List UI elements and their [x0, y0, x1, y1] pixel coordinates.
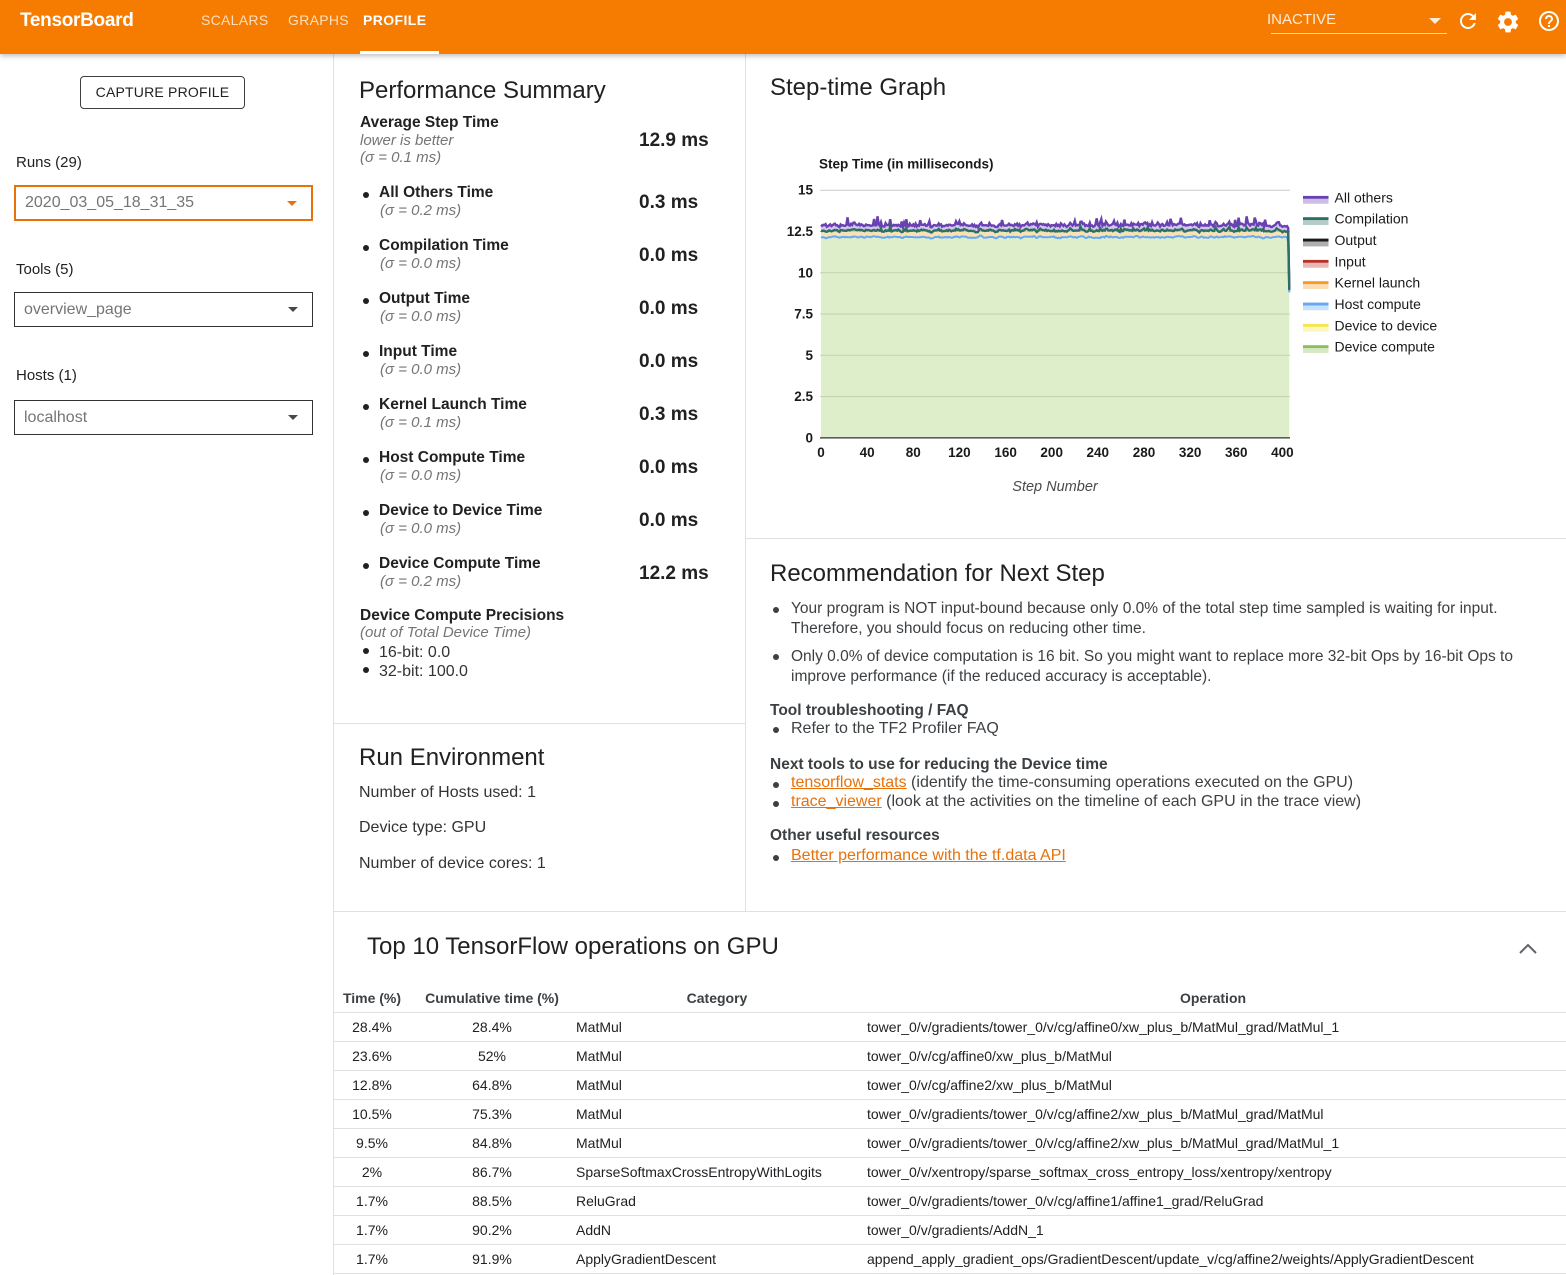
svg-text:10: 10	[798, 265, 813, 280]
svg-text:40: 40	[860, 445, 875, 460]
svg-text:0: 0	[817, 445, 825, 460]
svg-text:320: 320	[1179, 445, 1202, 460]
svg-text:160: 160	[994, 445, 1017, 460]
svg-text:12.5: 12.5	[787, 224, 814, 239]
svg-text:240: 240	[1087, 445, 1110, 460]
svg-text:Step Time (in milliseconds): Step Time (in milliseconds)	[819, 157, 994, 172]
svg-text:Input: Input	[1335, 253, 1366, 269]
svg-text:360: 360	[1225, 445, 1248, 460]
svg-text:All others: All others	[1335, 189, 1393, 205]
svg-text:5: 5	[805, 348, 813, 363]
svg-text:Output: Output	[1335, 232, 1377, 248]
svg-text:Host compute: Host compute	[1335, 296, 1422, 312]
svg-text:280: 280	[1133, 445, 1156, 460]
svg-text:Device compute: Device compute	[1335, 339, 1436, 355]
svg-text:Device to device: Device to device	[1335, 317, 1438, 333]
svg-text:Step Number: Step Number	[1012, 479, 1099, 495]
svg-text:80: 80	[906, 445, 921, 460]
svg-text:200: 200	[1040, 445, 1063, 460]
svg-text:Kernel launch: Kernel launch	[1335, 275, 1421, 291]
svg-text:Compilation: Compilation	[1335, 211, 1409, 227]
svg-text:15: 15	[798, 183, 814, 198]
svg-text:7.5: 7.5	[794, 307, 813, 322]
svg-text:0: 0	[805, 430, 813, 445]
svg-text:400: 400	[1271, 445, 1294, 460]
svg-text:2.5: 2.5	[794, 389, 813, 404]
svg-text:120: 120	[948, 445, 971, 460]
